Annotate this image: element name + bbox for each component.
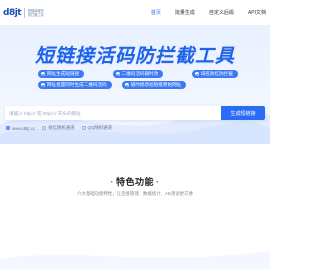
- generate-short-link-button[interactable]: 生成短链接: [221, 106, 265, 120]
- features-section: 特色功能 六大基础功能特性，让连接管理、数据统计、AB测试更方便: [0, 144, 270, 269]
- feature-label: 二维码活码随时改: [121, 71, 159, 76]
- hero-banner: 短链接活码防拦截工具 网址生成短链接 二维码活码随时改 域名防红防拦截 网址批量…: [0, 26, 270, 144]
- logo-line-2: 防拦截工具: [28, 13, 44, 17]
- radio-icon[interactable]: [81, 126, 86, 130]
- feature-row: 网址生成短链接 二维码活码随时改 域名防红防拦截: [38, 70, 238, 78]
- url-search-box: 生成短链接: [5, 106, 265, 120]
- section-wave-decoration: [0, 251, 270, 269]
- feature-pill: 网址生成短链接: [38, 70, 85, 78]
- feature-label: 随时修改短链接原始网址: [130, 82, 182, 87]
- check-icon: [115, 72, 120, 76]
- check-icon: [124, 83, 129, 87]
- check-icon: [41, 72, 45, 76]
- radio-icon[interactable]: [42, 126, 47, 130]
- logo-text: 短链接服务 防拦截工具: [28, 9, 46, 18]
- main-nav: 首页 批量生成 自定义后缀 API文档: [137, 0, 270, 26]
- feature-label: 网址生成短链接: [47, 71, 80, 76]
- option-label: www.d8jt.cc: [12, 125, 36, 131]
- nav-custom-suffix[interactable]: 自定义后缀: [209, 0, 234, 26]
- nav-home[interactable]: 首页: [151, 0, 161, 26]
- feature-pills: 网址生成短链接 二维码活码随时改 域名防红防拦截 网址批量同时生成二维码活码 随…: [38, 70, 238, 92]
- option-wechat[interactable]: 微信随机通道: [42, 125, 75, 131]
- section-description: 六大基础功能特性，让连接管理、数据统计、AB测试更方便: [77, 191, 193, 196]
- option-label: QQ随机通道: [87, 125, 112, 130]
- logo-divider: [24, 8, 26, 18]
- url-input[interactable]: [5, 106, 219, 120]
- logo-mark: d8jt: [3, 8, 22, 18]
- site-logo[interactable]: d8jt 短链接服务 防拦截工具: [3, 6, 46, 20]
- section-title: 特色功能: [108, 175, 161, 188]
- feature-pill: 二维码活码随时改: [112, 70, 164, 78]
- check-icon: [41, 83, 45, 87]
- channel-options: www.d8jt.cc 微信随机通道 QQ随机通道: [6, 125, 119, 131]
- feature-row: 网址批量同时生成二维码活码 随时修改短链接原始网址: [38, 81, 238, 89]
- site-header: d8jt 短链接服务 防拦截工具 首页 批量生成 自定义后缀 API文档: [0, 0, 270, 26]
- option-label: 微信随机通道: [48, 125, 75, 130]
- feature-label: 域名防红防拦截: [200, 71, 233, 76]
- hero-title: 短链接活码防拦截工具: [34, 45, 235, 67]
- section-title-wrap: 特色功能: [0, 172, 270, 190]
- feature-pill: 网址批量同时生成二维码活码: [38, 81, 112, 89]
- feature-pill: 域名防红防拦截: [191, 70, 238, 78]
- option-qq[interactable]: QQ随机通道: [81, 125, 112, 131]
- nav-batch-generate[interactable]: 批量生成: [175, 0, 195, 26]
- feature-label: 网址批量同时生成二维码活码: [47, 82, 107, 87]
- radio-selected-icon[interactable]: [6, 126, 10, 130]
- option-domain[interactable]: www.d8jt.cc: [6, 126, 35, 131]
- feature-pill: 随时修改短链接原始网址: [121, 81, 187, 89]
- logo-line-1: 短链接服务: [28, 8, 44, 13]
- check-icon: [194, 72, 199, 76]
- nav-api-docs[interactable]: API文档: [248, 0, 266, 26]
